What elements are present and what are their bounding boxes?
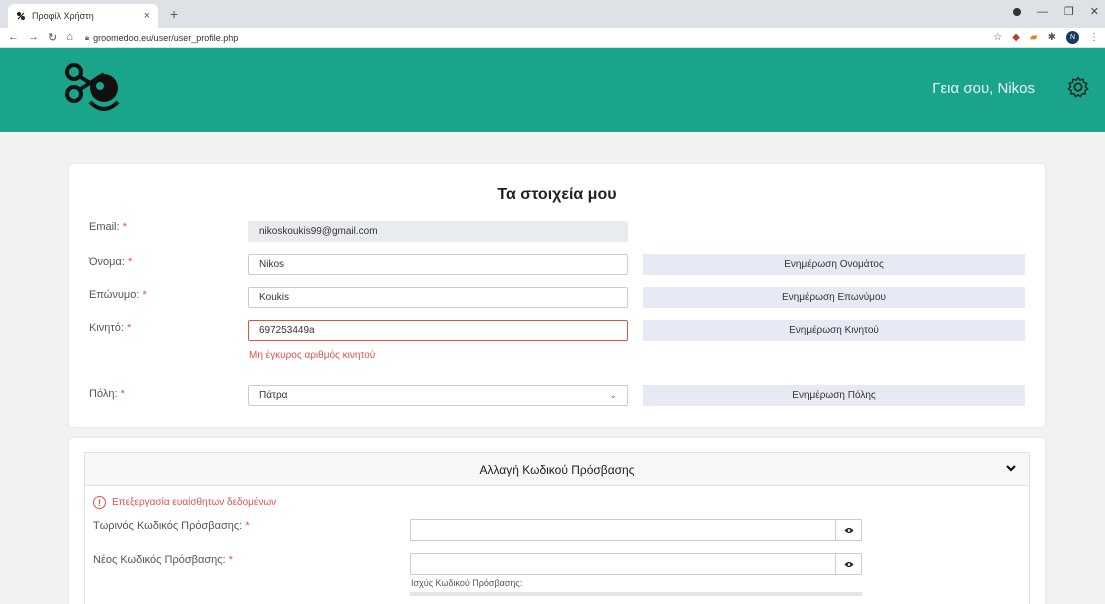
favicon-icon: [16, 11, 26, 21]
mobile-label-text: Κινητό:: [89, 322, 124, 334]
name-value: Nikos: [259, 259, 285, 270]
groomedoo-logo[interactable]: [60, 58, 124, 118]
mobile-value: 697253449a: [259, 325, 315, 336]
extension-icon[interactable]: ▰: [1030, 32, 1038, 43]
extensions-area: ☆ ◆ ▰ ✱ N ⋮: [993, 31, 1099, 44]
email-label: Email: *: [89, 221, 127, 233]
password-accordion-body: ! Επεξεργασία ευαίσθητων δεδομένων Τωριν…: [84, 486, 1030, 604]
extension-icon[interactable]: ◆: [1012, 32, 1020, 43]
tab-title: Προφίλ Χρήστη: [32, 11, 94, 21]
mobile-label: Κινητό: *: [89, 322, 131, 334]
browser-tab[interactable]: Προφίλ Χρήστη ×: [8, 4, 158, 28]
city-label-text: Πόλη:: [89, 388, 118, 400]
minimize-icon[interactable]: —: [1037, 6, 1048, 18]
surname-field[interactable]: Koukis: [248, 287, 628, 308]
profile-card-title: Τα στοιχεία μου: [497, 186, 617, 203]
password-strength-bar: [410, 592, 862, 596]
menu-icon[interactable]: ⋮: [1089, 32, 1099, 43]
new-password-input[interactable]: [410, 553, 836, 575]
restore-icon[interactable]: ❐: [1064, 5, 1074, 18]
warning-icon: !: [93, 496, 106, 509]
lock-icon: 🔒︎: [84, 32, 90, 42]
greeting-text: Γεια σου, Nikos: [932, 80, 1035, 97]
name-label: Όνομα: *: [89, 256, 132, 268]
window-controls: — ❐ ✕: [1012, 5, 1099, 18]
browser-toolbar: ← → ↻ ⌂ 🔒︎ groomedoo.eu/user/user_profil…: [0, 28, 1105, 48]
password-strength-label: Ισχύς Κωδικού Πρόσβασης:: [411, 578, 523, 588]
new-password-label: Νέος Κωδικός Πρόσβασης: *: [93, 554, 233, 566]
surname-label-text: Επώνυμο:: [89, 289, 140, 301]
required-mark: *: [228, 554, 233, 566]
email-value: nikoskoukis99@gmail.com: [259, 226, 378, 237]
show-password-eye-icon[interactable]: [836, 553, 862, 575]
home-icon[interactable]: ⌂: [66, 31, 73, 44]
required-mark: *: [120, 388, 125, 400]
name-field[interactable]: Nikos: [248, 254, 628, 275]
required-mark: *: [122, 221, 127, 233]
tab-close-icon[interactable]: ×: [144, 10, 150, 22]
required-mark: *: [142, 289, 147, 301]
profile-card: Τα στοιχεία μου Email: * nikoskoukis99@g…: [69, 164, 1045, 427]
close-window-icon[interactable]: ✕: [1090, 5, 1099, 18]
required-mark: *: [127, 256, 133, 268]
show-password-eye-icon[interactable]: [836, 519, 862, 541]
chevron-down-icon: ⌄: [609, 390, 617, 400]
city-label: Πόλη: *: [89, 388, 125, 400]
chevron-down-icon[interactable]: [1005, 462, 1017, 474]
url-text: groomedoo.eu/user/user_profile.php: [93, 32, 239, 43]
new-tab-button[interactable]: +: [170, 6, 178, 22]
mobile-error-message: Μη έγκυρος αριθμός κινητού: [249, 350, 376, 361]
password-accordion-header[interactable]: Αλλαγή Κωδικού Πρόσβασης: [84, 452, 1030, 486]
back-icon[interactable]: ←: [8, 31, 19, 44]
warning-text: Επεξεργασία ευαίσθητων δεδομένων: [112, 497, 277, 508]
profile-avatar[interactable]: N: [1066, 31, 1079, 44]
required-mark: *: [126, 322, 132, 334]
current-password-input[interactable]: [410, 519, 836, 541]
sensitive-data-warning: ! Επεξεργασία ευαίσθητων δεδομένων: [93, 496, 276, 509]
settings-gear-icon[interactable]: [1067, 76, 1089, 98]
email-label-text: Email:: [89, 221, 120, 233]
city-select[interactable]: Πάτρα ⌄: [248, 385, 628, 406]
forward-icon[interactable]: →: [28, 31, 39, 44]
password-card-title: Αλλαγή Κωδικού Πρόσβασης: [479, 463, 635, 477]
update-name-button[interactable]: Ενημέρωση Ονομάτος: [643, 254, 1025, 275]
update-city-button[interactable]: Ενημέρωση Πόλης: [643, 385, 1025, 406]
mobile-field[interactable]: 697253449a: [248, 320, 628, 341]
current-password-label: Τωρινός Κωδικός Πρόσβασης: *: [93, 520, 250, 532]
password-card: Αλλαγή Κωδικού Πρόσβασης ! Επεξεργασία ε…: [69, 438, 1045, 604]
reload-icon[interactable]: ↻: [48, 31, 57, 44]
star-icon[interactable]: ☆: [993, 32, 1002, 43]
update-surname-button[interactable]: Ενημέρωση Επωνύμου: [643, 287, 1025, 308]
record-icon[interactable]: [1012, 7, 1021, 16]
update-mobile-button[interactable]: Ενημέρωση Κινητού: [643, 320, 1025, 341]
current-password-label-text: Τωρινός Κωδικός Πρόσβασης:: [93, 520, 243, 532]
required-mark: *: [245, 520, 250, 532]
email-field: nikoskoukis99@gmail.com: [248, 221, 628, 242]
puzzle-icon[interactable]: ✱: [1048, 32, 1056, 43]
surname-label: Επώνυμο: *: [89, 289, 147, 301]
browser-tabstrip: Προφίλ Χρήστη × + — ❐ ✕: [0, 0, 1105, 28]
surname-value: Koukis: [259, 292, 290, 303]
address-bar[interactable]: 🔒︎ groomedoo.eu/user/user_profile.php: [85, 33, 238, 43]
name-label-text: Όνομα:: [89, 256, 125, 268]
new-password-label-text: Νέος Κωδικός Πρόσβασης:: [93, 554, 226, 566]
app-header: Γεια σου, Nikos: [0, 48, 1105, 132]
city-value: Πάτρα: [259, 390, 288, 401]
